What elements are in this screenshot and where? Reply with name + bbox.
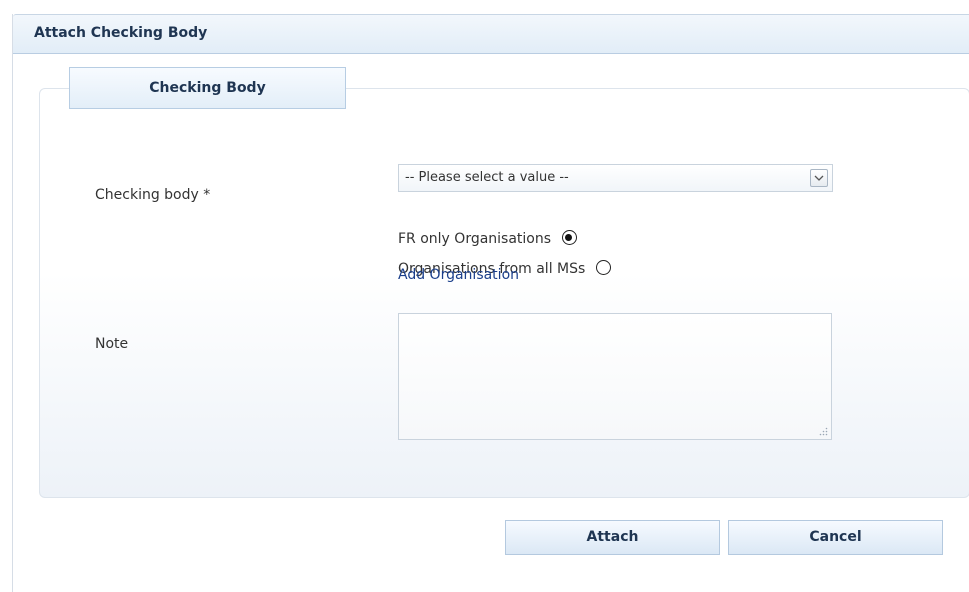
dialog-title: Attach Checking Body [34,25,208,41]
checking-body-label: Checking body * [95,187,211,203]
radio-organisations-all-ms[interactable] [595,260,611,275]
cancel-button[interactable]: Cancel [728,520,943,555]
page-margin [0,0,12,592]
attach-button-label: Attach [586,529,639,545]
note-label: Note [95,336,129,352]
chevron-down-icon[interactable] [810,169,828,187]
tab-checking-body-label: Checking Body [149,80,266,96]
note-textarea[interactable] [398,313,832,440]
attach-button[interactable]: Attach [505,520,720,555]
radio-fr-only-organisations[interactable] [561,230,577,245]
checking-body-select[interactable]: -- Please select a value -- [398,164,833,192]
radio-option-fr-only-label: FR only Organisations [398,231,552,247]
resize-grip-icon[interactable] [819,427,828,436]
add-organisation-link[interactable]: Add Organisation [398,267,519,283]
tab-checking-body[interactable]: Checking Body [69,67,346,109]
checking-body-select-value: -- Please select a value -- [405,170,569,185]
cancel-button-label: Cancel [809,529,862,545]
dialog-title-bar[interactable]: Attach Checking Body [13,14,969,54]
radio-option-fr-only[interactable]: FR only Organisations [398,230,577,247]
